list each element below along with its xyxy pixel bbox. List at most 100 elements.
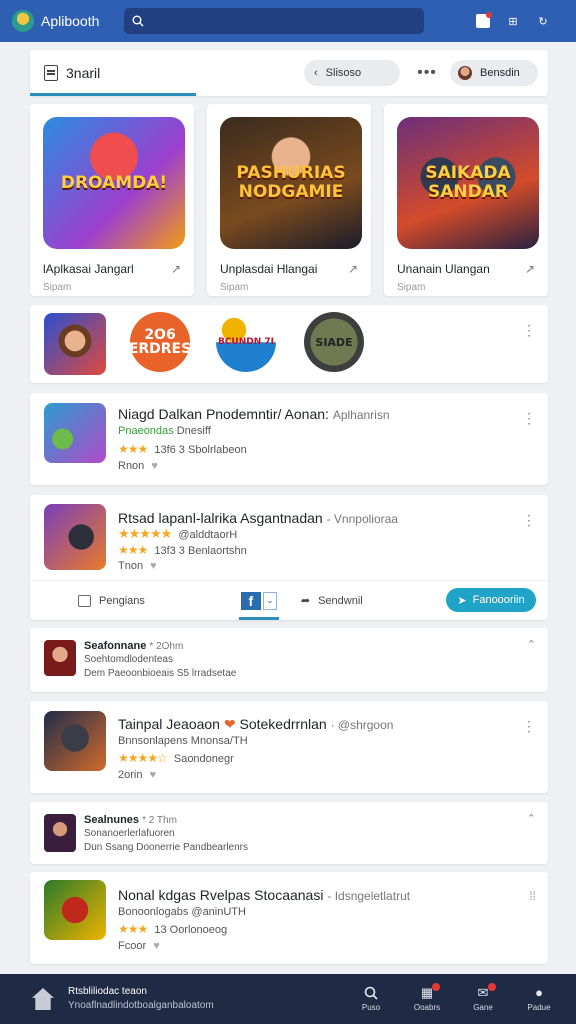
refresh-icon[interactable]: ↻ <box>536 14 550 28</box>
share-icon: ➦ <box>300 595 311 607</box>
item-description: Dem Paeoonbioeais S5 lrradsetae <box>84 668 237 679</box>
user-button[interactable]: Bensdin <box>450 60 538 86</box>
featured-card[interactable]: DROAMDA! lAplkasai Jangarl ↗ Sipam <box>30 104 194 296</box>
primary-action-button[interactable]: ➤ Fanoooriin <box>446 588 536 612</box>
drag-handle-icon[interactable]: ⁞⁞ <box>529 890 536 902</box>
rating-stars: ★★★★☆ <box>118 751 168 765</box>
section-title: 3naril <box>66 65 101 81</box>
grid-icon[interactable]: ⊞ <box>506 14 520 28</box>
item-title-tail: Sotekedrrnlan <box>239 716 327 732</box>
bottom-navigation: Rtsbliliodac teaon Ynoaflnadlindotboalga… <box>0 974 576 1024</box>
item-title: Niagd Dalkan Pnodemntir/ Aonan: <box>118 406 329 422</box>
item-title: Sealnunes <box>84 814 140 826</box>
item-publisher: - Idsngeletlatrut <box>327 889 411 903</box>
game-thumbnail <box>44 880 106 940</box>
share-label: Sendwnil <box>318 594 363 607</box>
collapse-icon[interactable]: ⌃ <box>527 814 536 825</box>
list-item[interactable]: Seafonnane * 2Ohm Soehtomdlodenteas Dem … <box>30 628 548 692</box>
game-icon[interactable]: SIADE <box>304 312 364 372</box>
chevron-down-icon[interactable]: ⌄ <box>262 591 277 610</box>
bookmark-icon <box>78 594 91 607</box>
item-meta: Tnon <box>118 560 144 572</box>
back-button[interactable]: ‹ Slisoso <box>304 60 400 86</box>
chevron-left-icon: ‹ <box>314 67 318 79</box>
item-meta: 2orin <box>118 769 143 781</box>
user-thumbnail <box>44 814 76 852</box>
footer-title: Rtsbliliodac teaon <box>68 986 147 997</box>
item-subtitle: Sonanoerlerlafuoren <box>84 828 175 839</box>
game-art: SAIKADA SANDAR <box>397 117 539 249</box>
nav-tab-profile[interactable]: ● Padue <box>520 985 558 1013</box>
nav-tab-label: Gane <box>473 1003 493 1012</box>
heart-icon[interactable]: ♥ <box>150 769 157 781</box>
featured-card[interactable]: SAIKADA SANDAR Unanain Ulangan ↗ Sipam <box>384 104 548 296</box>
featured-card[interactable]: PASHURIAS NODGAMIE Unplasdai Hlangai ↗ S… <box>207 104 371 296</box>
search-icon <box>364 986 378 1000</box>
nav-tab-games[interactable]: ✉ Gane <box>464 983 502 1012</box>
section-header: 3naril ‹ Slisoso ••• Bensdin <box>30 50 548 96</box>
inbox-icon[interactable] <box>476 12 492 28</box>
rating-stars: ★★★ <box>118 543 148 557</box>
game-art: PASHURIAS NODGAMIE <box>220 117 362 249</box>
search-input[interactable] <box>124 8 424 34</box>
heart-icon[interactable]: ♥ <box>153 940 160 952</box>
item-title: Seafonnane <box>84 640 147 652</box>
heart-outline-icon: ❤ <box>223 716 236 732</box>
share-arrow-icon[interactable]: ↗ <box>171 262 181 276</box>
list-item[interactable]: Sealnunes * 2 Thm Sonanoerlerlafuoren Du… <box>30 802 548 864</box>
nav-tab-search[interactable]: Puso <box>352 986 390 1012</box>
kebab-menu-icon[interactable]: ⋮ <box>522 323 536 337</box>
rating-stars-large: ★★★★★ <box>118 526 172 541</box>
list-item[interactable]: Nonal kdgas Rvelpas Stocaanasi - Idsngel… <box>30 872 548 964</box>
game-thumbnail <box>44 403 106 463</box>
heart-icon[interactable]: ♥ <box>150 560 157 572</box>
active-indicator <box>238 616 279 620</box>
game-icon-row: 2O6 ERDRES BCUNDN 7I SIADE ⋮ <box>30 305 548 383</box>
user-label: Bensdin <box>480 67 520 79</box>
collapse-icon[interactable]: ⌃ <box>527 640 536 651</box>
top-app-bar: Aplibooth ⊞ ↻ <box>0 0 576 42</box>
document-icon <box>44 65 58 81</box>
game-icon[interactable]: BCUNDN 7I <box>216 312 276 372</box>
item-time: * 2Ohm <box>149 641 184 652</box>
kebab-menu-icon[interactable]: ⋮ <box>522 411 536 425</box>
rating-stars: ★★★ <box>118 442 148 456</box>
item-publisher: Aplhanrisn <box>332 408 390 422</box>
list-item[interactable]: Tainpal Jeaoaon ❤ Sotekedrrnlan · @shrgo… <box>30 701 548 793</box>
heart-icon[interactable]: ♥ <box>151 460 158 472</box>
app-logo[interactable] <box>12 10 34 32</box>
share-arrow-icon[interactable]: ↗ <box>525 262 535 276</box>
list-item[interactable]: Rtsad lapanl-lalrika Asgantnadan - Vnnpo… <box>30 495 548 620</box>
primary-action-label: Fanoooriin <box>472 594 525 606</box>
save-button[interactable]: Pengians <box>78 594 145 607</box>
item-subtitle: Bonoonlogabs @aninUTH <box>118 906 246 918</box>
item-subtitle: Soehtomdlodenteas <box>84 654 173 665</box>
footer-subtitle: Ynoaflnadlindotboalganbaloatom <box>68 1000 214 1011</box>
kebab-menu-icon[interactable]: ⋮ <box>522 719 536 733</box>
item-meta: Fcoor <box>118 940 147 952</box>
nav-tab-library[interactable]: ▦ Ooabrs <box>408 983 446 1012</box>
item-time: * 2 Thm <box>142 815 177 826</box>
more-options-icon[interactable]: ••• <box>412 64 442 82</box>
game-icon[interactable]: 2O6 ERDRES <box>129 312 191 372</box>
home-icon[interactable] <box>32 988 54 1010</box>
app-title: Aplibooth <box>41 13 100 29</box>
game-thumbnail <box>44 504 106 570</box>
facebook-icon: f <box>240 591 261 610</box>
featured-title: Unplasdai Hlangai <box>220 262 318 276</box>
person-icon: ● <box>535 985 543 1000</box>
user-thumbnail <box>44 640 76 676</box>
share-arrow-icon[interactable]: ↗ <box>348 262 358 276</box>
nav-tab-label: Puso <box>361 1003 381 1012</box>
facebook-share-button[interactable]: f ⌄ <box>238 591 279 620</box>
game-art: DROAMDA! <box>43 117 185 249</box>
game-icon[interactable] <box>44 313 106 375</box>
share-button[interactable]: ➦ Sendwnil <box>300 594 363 608</box>
kebab-menu-icon[interactable]: ⋮ <box>522 513 536 527</box>
list-item[interactable]: Niagd Dalkan Pnodemntir/ Aonan: Aplhanri… <box>30 393 548 485</box>
rating-text: 13f3 3 Benlaortshn <box>154 545 247 557</box>
featured-sub: Sipam <box>43 282 72 293</box>
item-publisher: · @shrgoon <box>330 718 394 732</box>
send-icon: ➤ <box>457 594 467 607</box>
item-title: Nonal kdgas Rvelpas Stocaanasi <box>118 887 324 903</box>
